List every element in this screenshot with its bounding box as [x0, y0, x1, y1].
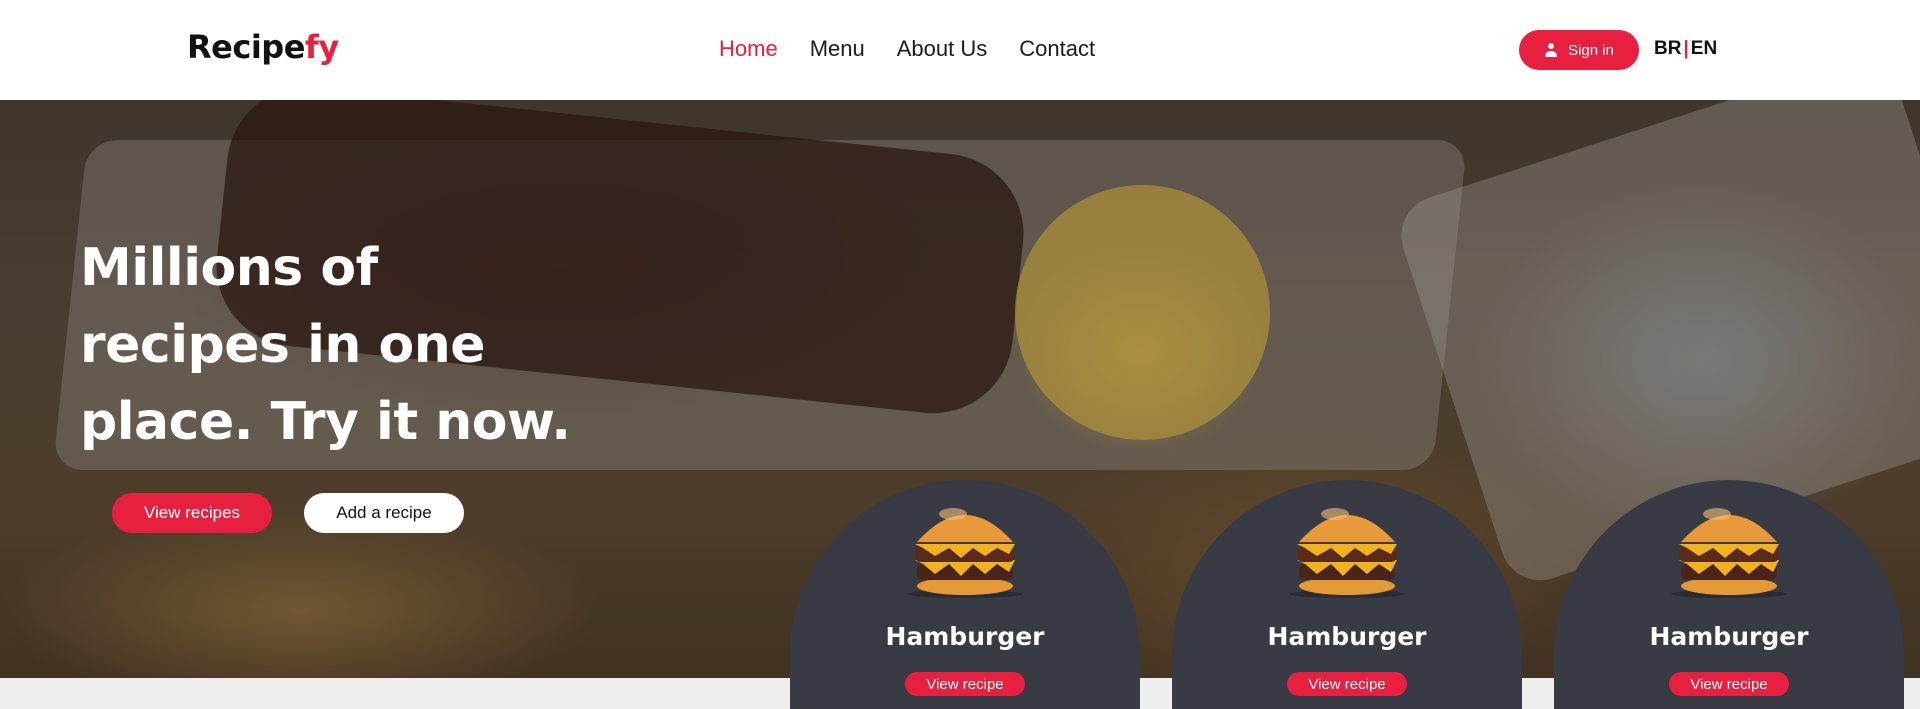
main-nav: Home Menu About Us Contact — [719, 36, 1127, 62]
view-recipes-button[interactable]: View recipes — [112, 493, 272, 533]
hamburger-icon — [1671, 508, 1787, 598]
user-icon — [1544, 43, 1558, 57]
logo-text-main: Recipe — [187, 28, 305, 66]
sign-in-button[interactable]: Sign in — [1519, 30, 1639, 70]
view-recipe-button[interactable]: View recipe — [1669, 672, 1789, 696]
hamburger-icon — [907, 508, 1023, 598]
lang-br[interactable]: BR — [1654, 38, 1681, 59]
nav-about-us[interactable]: About Us — [897, 36, 988, 62]
logo[interactable]: Recipefy — [187, 28, 339, 66]
hamburger-icon — [1289, 508, 1405, 598]
nav-menu[interactable]: Menu — [810, 36, 865, 62]
recipe-name: Hamburger — [1267, 622, 1427, 651]
recipe-name: Hamburger — [885, 622, 1045, 651]
view-recipe-button[interactable]: View recipe — [1287, 672, 1407, 696]
lang-separator: | — [1683, 38, 1689, 59]
nav-home[interactable]: Home — [719, 36, 778, 62]
nav-contact[interactable]: Contact — [1019, 36, 1095, 62]
site-header: Recipefy Home Menu About Us Contact Sign… — [0, 0, 1920, 100]
lang-en[interactable]: EN — [1691, 38, 1717, 59]
recipe-name: Hamburger — [1649, 622, 1809, 651]
sign-in-label: Sign in — [1568, 41, 1614, 59]
logo-text-accent: fy — [304, 28, 339, 66]
add-recipe-button[interactable]: Add a recipe — [304, 493, 464, 533]
view-recipe-button[interactable]: View recipe — [905, 672, 1025, 696]
language-switcher: BR | EN — [1654, 38, 1717, 60]
hero-title: Millions of recipes in one place. Try it… — [80, 238, 571, 452]
